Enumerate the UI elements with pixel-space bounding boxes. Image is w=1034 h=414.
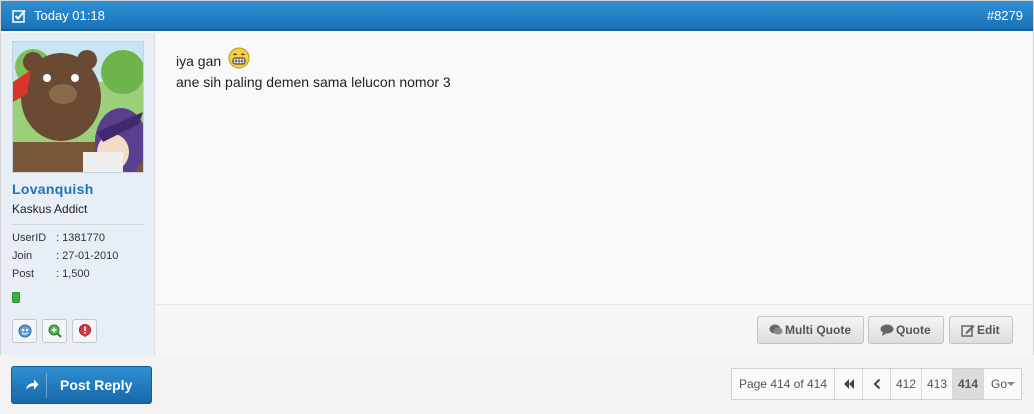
post-reply-button[interactable]: Post Reply xyxy=(11,366,152,404)
reputation-bar xyxy=(12,292,20,303)
post-reply-label: Post Reply xyxy=(60,377,133,393)
speech-bubble-icon xyxy=(880,324,894,336)
page-info: Page 414 of 414 xyxy=(732,369,835,399)
edit-button[interactable]: Edit xyxy=(949,316,1013,344)
post-count-row: Post : 1,500 xyxy=(12,268,90,280)
post-count-label: Post xyxy=(12,268,35,280)
multi-quote-label: Multi Quote xyxy=(785,323,851,337)
add-friend-button[interactable] xyxy=(42,319,67,343)
current-page[interactable]: 414 xyxy=(953,369,984,399)
page-link-412[interactable]: 412 xyxy=(891,369,922,399)
message-text-1: iya gan xyxy=(176,53,222,69)
go-to-page-dropdown[interactable]: Go xyxy=(984,369,1021,399)
chevron-left-icon xyxy=(873,378,880,390)
post-container: Today 01:18 #8279 Lovanquish Kaskus Addi… xyxy=(0,0,1034,355)
join-row: Join : 27-01-2010 xyxy=(12,250,118,262)
post-content: iya gan ane sih paling demen sama leluco… xyxy=(156,33,1033,304)
userid-label: UserID xyxy=(12,232,47,244)
reply-arrow-icon xyxy=(26,379,39,390)
post-header: Today 01:18 #8279 xyxy=(1,1,1033,31)
message-line-2: ane sih paling demen sama lelucon nomor … xyxy=(176,74,451,90)
post-timestamp: Today 01:18 xyxy=(34,8,105,23)
go-label: Go xyxy=(991,377,1008,391)
multi-quote-button[interactable]: Multi Quote xyxy=(757,316,864,344)
checkbox-icon[interactable] xyxy=(12,9,26,23)
thread-footer: Post Reply Page 414 of 414 412 413 414 G… xyxy=(0,356,1034,414)
page-link-413[interactable]: 413 xyxy=(922,369,953,399)
userid-value: : 1381770 xyxy=(56,232,105,244)
post-message: iya gan ane sih paling demen sama leluco… xyxy=(176,47,451,93)
report-button[interactable] xyxy=(72,319,97,343)
button-separator xyxy=(46,373,47,398)
avatar[interactable] xyxy=(12,41,144,173)
grin-smiley-icon xyxy=(228,47,250,69)
post-number-link[interactable]: #8279 xyxy=(987,8,1023,23)
quote-label: Quote xyxy=(896,323,931,337)
double-chevron-left-icon xyxy=(843,379,854,389)
profile-icon xyxy=(18,324,32,338)
username-link[interactable]: Lovanquish xyxy=(12,181,94,197)
report-icon xyxy=(79,324,91,338)
pagination: Page 414 of 414 412 413 414 Go xyxy=(731,368,1022,400)
message-line-1: iya gan xyxy=(176,47,451,72)
chevron-down-icon xyxy=(1007,382,1015,386)
edit-icon xyxy=(961,325,975,337)
user-rank: Kaskus Addict xyxy=(12,202,88,216)
divider xyxy=(12,224,144,225)
first-page-button[interactable] xyxy=(835,369,863,399)
user-sidebar: Lovanquish Kaskus Addict UserID : 1381770… xyxy=(1,33,155,355)
quote-button[interactable]: Quote xyxy=(868,316,944,344)
post-actions: Multi Quote Quote Edit xyxy=(156,304,1033,355)
join-label: Join xyxy=(12,250,33,262)
add-friend-icon xyxy=(48,324,62,338)
post-count-value: : 1,500 xyxy=(56,268,90,280)
edit-label: Edit xyxy=(977,323,1000,337)
prev-page-button[interactable] xyxy=(863,369,891,399)
userid-row: UserID : 1381770 xyxy=(12,232,105,244)
speech-bubble-icon xyxy=(769,324,783,335)
profile-button[interactable] xyxy=(12,319,37,343)
join-value: : 27-01-2010 xyxy=(56,250,119,262)
